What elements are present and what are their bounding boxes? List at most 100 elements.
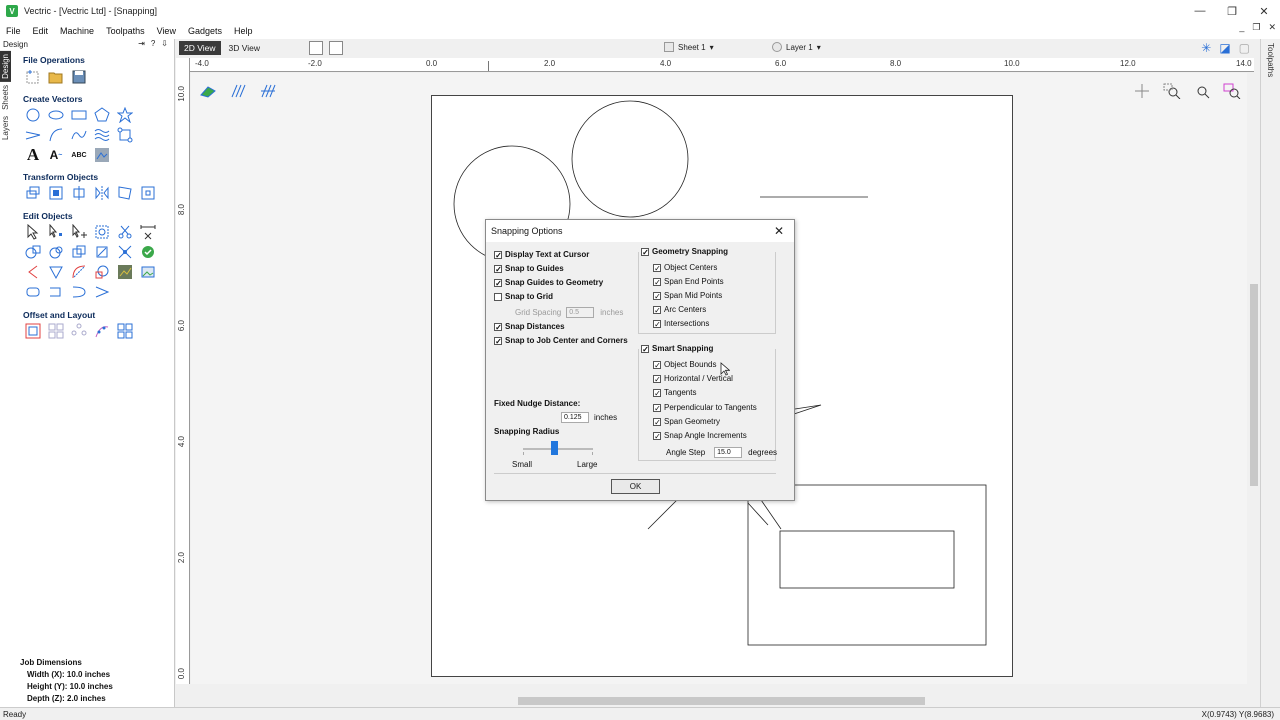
image-icon[interactable] [138, 263, 158, 281]
checkbox[interactable] [653, 360, 661, 369]
help-icon[interactable]: ? [151, 39, 155, 48]
checkbox[interactable] [494, 264, 502, 273]
polygon-icon[interactable] [92, 106, 112, 124]
validate-icon[interactable] [138, 243, 158, 261]
shapes-icon[interactable]: ◪ [1219, 41, 1230, 55]
weld-icon[interactable] [23, 243, 43, 261]
array-copy-icon[interactable] [46, 322, 66, 340]
tab-sheets[interactable]: Sheets [0, 82, 11, 113]
rounded-rect-icon[interactable] [23, 283, 43, 301]
checkbox[interactable] [494, 278, 502, 287]
checkbox[interactable] [653, 319, 661, 328]
tab-design[interactable]: Design [0, 51, 11, 82]
curve-icon[interactable] [69, 126, 89, 144]
snapping-radius-thumb[interactable] [551, 441, 558, 455]
option-arc-centers[interactable]: Arc Centers [653, 305, 706, 314]
fillet-icon[interactable] [115, 243, 135, 261]
option-intersections[interactable]: Intersections [653, 319, 709, 328]
save-file-icon[interactable] [69, 68, 89, 86]
dog-bone-icon[interactable] [115, 126, 135, 144]
option-tangents[interactable]: Tangents [653, 388, 696, 397]
checkbox[interactable] [653, 431, 661, 440]
maximize-button[interactable]: ❐ [1216, 0, 1248, 22]
text-on-curve-icon[interactable]: A ~ [46, 146, 66, 164]
option-span-end-points[interactable]: Span End Points [653, 277, 724, 286]
option-display-text-at-cursor[interactable]: Display Text at Cursor [494, 250, 589, 259]
offset-icon[interactable] [23, 322, 43, 340]
sheet-selector[interactable]: Sheet 1 ▾ [664, 42, 714, 52]
circular-array-icon[interactable] [69, 322, 89, 340]
checkbox[interactable] [494, 336, 502, 345]
checkbox[interactable] [494, 250, 502, 259]
nest-icon[interactable] [115, 263, 135, 281]
line-icon[interactable] [23, 126, 43, 144]
wave-icon[interactable] [92, 126, 112, 144]
star-shape-fragment[interactable] [790, 404, 822, 416]
checkbox[interactable] [653, 305, 661, 314]
close-button[interactable]: ✕ [1248, 0, 1280, 22]
option-object-bounds[interactable]: Object Bounds [653, 360, 716, 369]
curve-fit-icon[interactable] [69, 263, 89, 281]
transform-icon[interactable] [92, 223, 112, 241]
arc-icon[interactable] [46, 126, 66, 144]
option-snap-guides-to-geometry[interactable]: Snap Guides to Geometry [494, 278, 603, 287]
fixed-nudge-input[interactable]: 0.125 [561, 412, 589, 423]
extend-icon[interactable] [23, 263, 43, 281]
split-vertical-icon[interactable] [329, 41, 343, 55]
option-geometry-snapping[interactable]: Geometry Snapping [641, 247, 732, 256]
checkbox[interactable] [653, 388, 661, 397]
angle-step-input[interactable]: 15.0 [714, 447, 743, 458]
option-snap-distances[interactable]: Snap Distances [494, 322, 565, 331]
size-icon[interactable] [138, 184, 158, 202]
pin-icon[interactable]: ⇩ [161, 39, 168, 48]
rectangle-shape[interactable] [747, 484, 987, 646]
node-edit-icon[interactable] [46, 223, 66, 241]
autohide-icon[interactable]: ⇥ [138, 39, 145, 48]
trace-bitmap-icon[interactable] [92, 146, 112, 164]
frame-icon[interactable]: ▢ [1239, 41, 1250, 55]
menu-machine[interactable]: Machine [54, 26, 100, 36]
scroll-thumb[interactable] [518, 697, 925, 705]
checkbox[interactable] [653, 403, 661, 412]
horizontal-scrollbar[interactable] [191, 694, 1247, 707]
checkbox[interactable] [494, 292, 502, 301]
minimize-button[interactable]: — [1184, 0, 1216, 22]
circle-shape[interactable] [571, 100, 689, 218]
snapping-radius-track[interactable] [523, 448, 593, 450]
tab-toolpaths[interactable]: Toolpaths [1266, 43, 1275, 77]
option-perpendicular-to-tangents[interactable]: Perpendicular to Tangents [653, 403, 757, 412]
dialog-close-button[interactable]: ✕ [774, 224, 784, 238]
menu-view[interactable]: View [151, 26, 182, 36]
option-smart-snapping[interactable]: Smart Snapping [641, 344, 717, 353]
open-file-icon[interactable] [46, 68, 66, 86]
circle-icon[interactable] [23, 106, 43, 124]
align-icon[interactable] [46, 184, 66, 202]
trim-icon[interactable] [92, 243, 112, 261]
select-icon[interactable] [23, 223, 43, 241]
rectangle-shape[interactable] [779, 530, 955, 589]
option-span-geometry[interactable]: Span Geometry [653, 417, 720, 426]
star-shape-fragment[interactable] [647, 496, 782, 530]
option-snap-to-job-center-and-corners[interactable]: Snap to Job Center and Corners [494, 336, 628, 345]
new-file-icon[interactable] [23, 68, 43, 86]
star-icon[interactable] [115, 106, 135, 124]
option-span-mid-points[interactable]: Span Mid Points [653, 291, 722, 300]
option-snap-to-guides[interactable]: Snap to Guides [494, 264, 564, 273]
mdi-restore-button[interactable]: ❐ [1252, 22, 1260, 33]
menu-file[interactable]: File [0, 26, 27, 36]
tab-layers[interactable]: Layers [0, 113, 11, 143]
intersect-icon[interactable] [69, 243, 89, 261]
measure-icon[interactable] [138, 223, 158, 241]
menu-toolpaths[interactable]: Toolpaths [100, 26, 151, 36]
tab-2d-view[interactable]: 2D View [179, 41, 221, 55]
align-center-icon[interactable] [69, 184, 89, 202]
mdi-close-button[interactable]: ✕ [1268, 22, 1276, 33]
spell-check-icon[interactable]: ABC [69, 146, 89, 164]
checkbox[interactable] [653, 277, 661, 286]
checkbox[interactable] [641, 344, 649, 353]
open-vector-icon[interactable] [46, 283, 66, 301]
text-icon[interactable]: A [23, 145, 43, 164]
checkbox[interactable] [653, 417, 661, 426]
menu-gadgets[interactable]: Gadgets [182, 26, 228, 36]
scissors-icon[interactable] [115, 223, 135, 241]
